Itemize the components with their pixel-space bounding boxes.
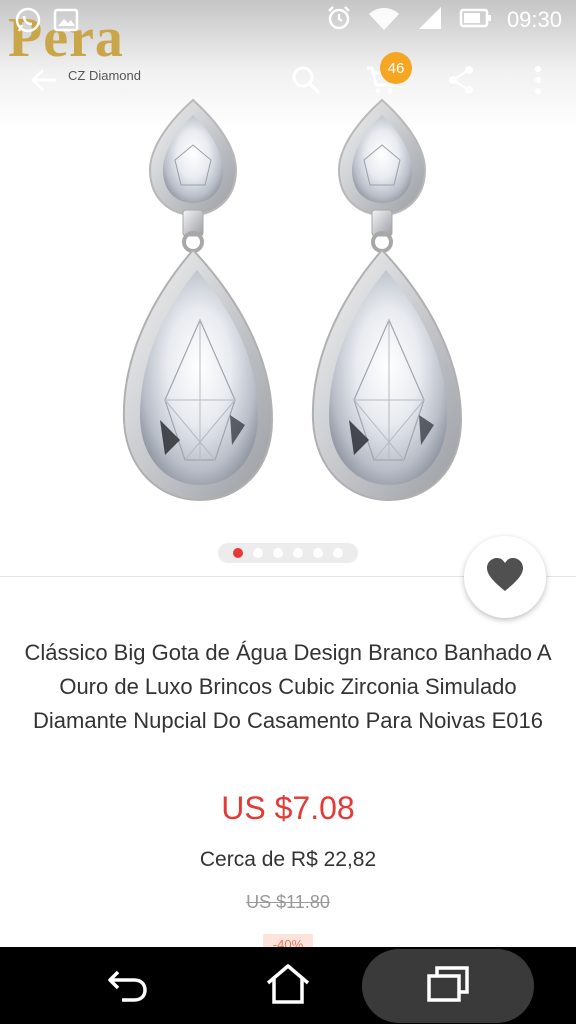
nav-back-button[interactable] (68, 947, 188, 1024)
more-vert-icon (532, 64, 544, 100)
pager-dot[interactable] (233, 548, 243, 558)
back-button[interactable] (22, 60, 66, 104)
pager-dot[interactable] (273, 548, 283, 558)
search-icon (290, 64, 322, 100)
heart-icon (486, 558, 524, 596)
home-icon (265, 963, 311, 1009)
product-title: Clássico Big Gota de Água Design Branco … (24, 640, 552, 733)
more-options-button[interactable] (516, 60, 560, 104)
wifi-icon (367, 4, 401, 36)
image-pager-dots (218, 543, 358, 563)
cart-count-badge: 46 (380, 52, 412, 84)
back-icon (106, 964, 150, 1008)
pager-dot[interactable] (333, 548, 343, 558)
recent-apps-icon (426, 964, 470, 1008)
discount-badge: -40% (263, 934, 313, 948)
status-bar: 09:30 (0, 0, 576, 40)
top-toolbar (0, 52, 576, 112)
favorite-button[interactable] (464, 536, 546, 618)
pager-dot[interactable] (313, 548, 323, 558)
product-original-price: US $11.80 (0, 892, 576, 913)
original-price-text: US $11.80 (246, 892, 330, 912)
back-arrow-icon (28, 64, 60, 100)
pager-dot[interactable] (253, 548, 263, 558)
system-nav-bar (0, 947, 576, 1024)
alarm-icon (325, 4, 353, 36)
share-button[interactable] (439, 60, 483, 104)
whatsapp-icon (14, 6, 42, 38)
image-icon (52, 6, 80, 38)
nav-home-button[interactable] (228, 947, 348, 1024)
signal-icon (415, 4, 445, 36)
status-time: 09:30 (506, 7, 562, 32)
product-price: US $7.08 (221, 790, 355, 826)
search-button[interactable] (284, 60, 328, 104)
battery-icon (459, 4, 493, 36)
share-icon (445, 64, 477, 100)
product-price-local: Cerca de R$ 22,82 (199, 848, 377, 871)
pager-dot[interactable] (293, 548, 303, 558)
nav-recent-button[interactable] (388, 947, 508, 1024)
